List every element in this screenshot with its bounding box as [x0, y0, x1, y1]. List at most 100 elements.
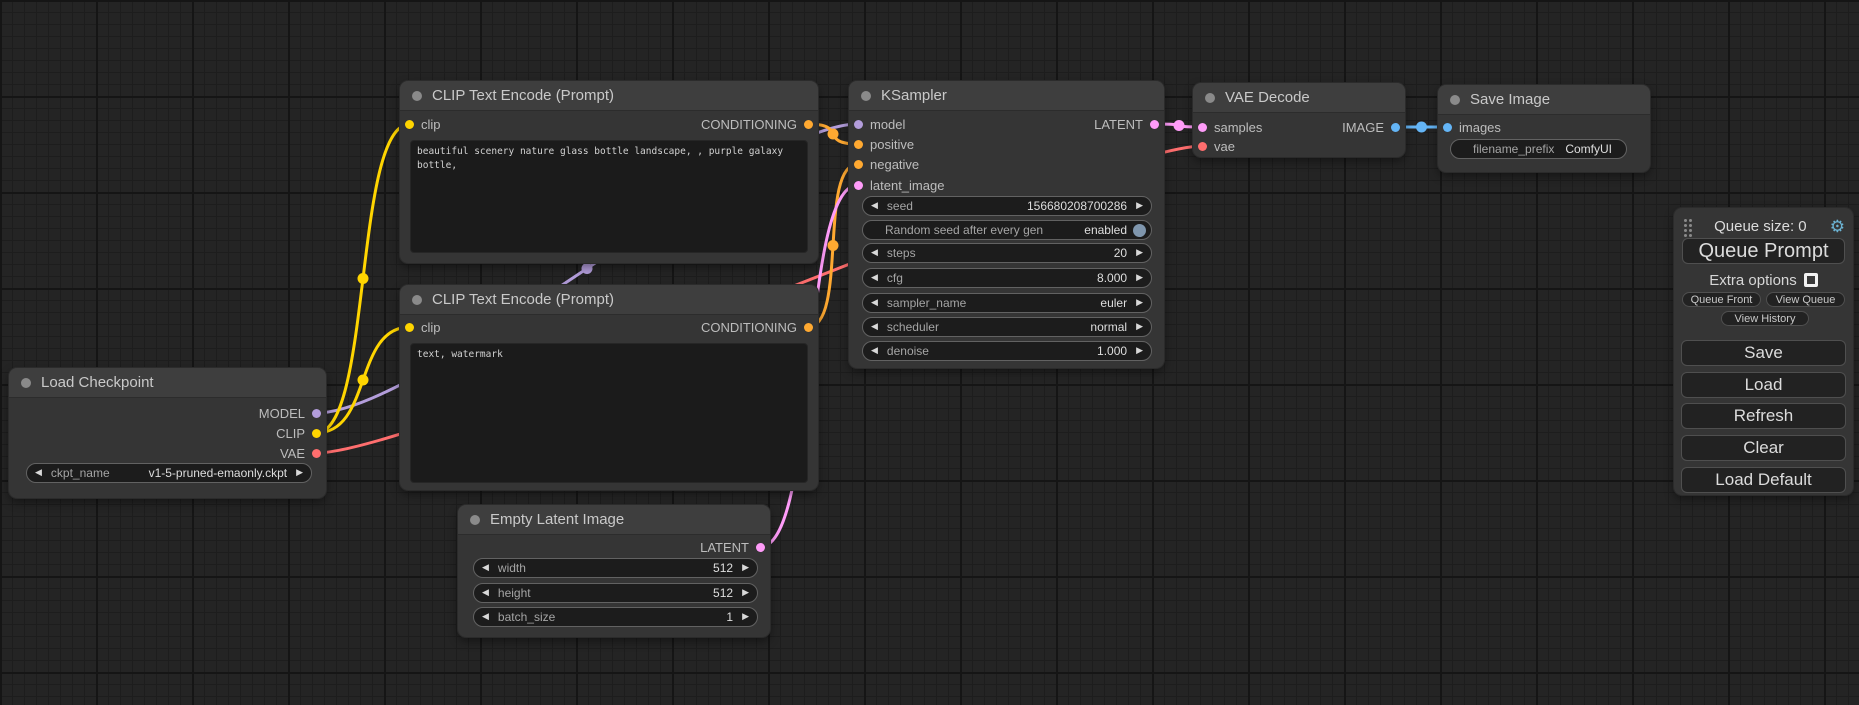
increment-arrow-icon[interactable]: ▶	[1136, 299, 1143, 308]
input-positive[interactable]: positive	[854, 134, 914, 154]
denoise-widget[interactable]: ◀ denoise 1.000 ▶	[862, 341, 1152, 361]
collapse-dot-icon[interactable]	[21, 378, 31, 388]
model-port-icon[interactable]	[312, 409, 321, 418]
node-header[interactable]: KSampler	[849, 81, 1164, 111]
drag-handle-icon[interactable]	[1684, 219, 1687, 222]
node-save-image[interactable]: Save Image images filename_prefix ComfyU…	[1438, 85, 1650, 172]
input-vae[interactable]: vae	[1198, 136, 1235, 156]
node-empty-latent-image[interactable]: Empty Latent Image LATENT ◀ width 512 ▶ …	[458, 505, 770, 637]
seed-widget[interactable]: ◀ seed 156680208700286 ▶	[862, 196, 1152, 216]
queue-prompt-button[interactable]: Queue Prompt	[1682, 238, 1845, 264]
link-midpoint-dot[interactable]	[582, 263, 593, 274]
collapse-dot-icon[interactable]	[861, 91, 871, 101]
clip-port-icon[interactable]	[405, 323, 414, 332]
random-seed-widget[interactable]: Random seed after every gen enabled	[862, 220, 1152, 240]
node-load-checkpoint[interactable]: Load Checkpoint MODEL CLIP VAE ◀ ckpt_na…	[9, 368, 326, 498]
conditioning-port-icon[interactable]	[804, 120, 813, 129]
collapse-dot-icon[interactable]	[412, 91, 422, 101]
increment-arrow-icon[interactable]: ▶	[742, 564, 749, 573]
input-negative[interactable]: negative	[854, 154, 919, 174]
collapse-dot-icon[interactable]	[1205, 93, 1215, 103]
width-widget[interactable]: ◀ width 512 ▶	[473, 558, 758, 578]
output-vae[interactable]: VAE	[280, 443, 321, 463]
node-header[interactable]: CLIP Text Encode (Prompt)	[400, 285, 818, 315]
steps-widget[interactable]: ◀ steps 20 ▶	[862, 243, 1152, 263]
latent-port-icon[interactable]	[1198, 123, 1207, 132]
input-samples[interactable]: samples	[1198, 117, 1262, 137]
image-port-icon[interactable]	[1391, 123, 1400, 132]
decrement-arrow-icon[interactable]: ◀	[871, 323, 878, 332]
node-clip-text-encode-negative[interactable]: CLIP Text Encode (Prompt) clip CONDITION…	[400, 285, 818, 490]
vae-port-icon[interactable]	[1198, 142, 1207, 151]
node-clip-text-encode-positive[interactable]: CLIP Text Encode (Prompt) clip CONDITION…	[400, 81, 818, 263]
view-history-button[interactable]: View History	[1721, 311, 1809, 326]
increment-arrow-icon[interactable]: ▶	[742, 613, 749, 622]
output-latent[interactable]: LATENT	[1094, 114, 1159, 134]
latent-port-icon[interactable]	[756, 543, 765, 552]
node-vae-decode[interactable]: VAE Decode samples vae IMAGE	[1193, 83, 1405, 157]
clip-port-icon[interactable]	[405, 120, 414, 129]
link-midpoint-dot[interactable]	[358, 273, 369, 284]
decrement-arrow-icon[interactable]: ◀	[482, 613, 489, 622]
increment-arrow-icon[interactable]: ▶	[742, 589, 749, 598]
clip-port-icon[interactable]	[312, 429, 321, 438]
scheduler-widget[interactable]: ◀ scheduler normal ▶	[862, 317, 1152, 337]
sampler-name-widget[interactable]: ◀ sampler_name euler ▶	[862, 293, 1152, 313]
ckpt-name-widget[interactable]: ◀ ckpt_name v1-5-pruned-emaonly.ckpt ▶	[26, 463, 312, 483]
conditioning-port-icon[interactable]	[854, 160, 863, 169]
collapse-dot-icon[interactable]	[470, 515, 480, 525]
decrement-arrow-icon[interactable]: ◀	[482, 564, 489, 573]
filename-prefix-widget[interactable]: filename_prefix ComfyUI	[1450, 139, 1627, 159]
cfg-widget[interactable]: ◀ cfg 8.000 ▶	[862, 268, 1152, 288]
model-port-icon[interactable]	[854, 120, 863, 129]
image-port-icon[interactable]	[1443, 123, 1452, 132]
node-ksampler[interactable]: KSampler model positive negative latent_…	[849, 81, 1164, 368]
link-midpoint-dot[interactable]	[1416, 122, 1427, 133]
batch-size-widget[interactable]: ◀ batch_size 1 ▶	[473, 607, 758, 627]
input-latent-image[interactable]: latent_image	[854, 175, 944, 195]
conditioning-port-icon[interactable]	[854, 140, 863, 149]
link-midpoint-dot[interactable]	[828, 240, 839, 251]
link-midpoint-dot[interactable]	[828, 129, 839, 140]
latent-port-icon[interactable]	[854, 181, 863, 190]
conditioning-port-icon[interactable]	[804, 323, 813, 332]
node-header[interactable]: Empty Latent Image	[458, 505, 770, 535]
view-queue-button[interactable]: View Queue	[1766, 292, 1845, 307]
node-header[interactable]: Load Checkpoint	[9, 368, 326, 398]
decrement-arrow-icon[interactable]: ◀	[871, 202, 878, 211]
output-latent[interactable]: LATENT	[700, 537, 765, 557]
vae-port-icon[interactable]	[312, 449, 321, 458]
decrement-arrow-icon[interactable]: ◀	[871, 249, 878, 258]
decrement-arrow-icon[interactable]: ◀	[871, 299, 878, 308]
link-midpoint-dot[interactable]	[1174, 120, 1185, 131]
height-widget[interactable]: ◀ height 512 ▶	[473, 583, 758, 603]
increment-arrow-icon[interactable]: ▶	[1136, 202, 1143, 211]
node-header[interactable]: CLIP Text Encode (Prompt)	[400, 81, 818, 111]
output-conditioning[interactable]: CONDITIONING	[701, 317, 813, 337]
link-midpoint-dot[interactable]	[358, 375, 369, 386]
input-images[interactable]: images	[1443, 117, 1501, 137]
extra-options-checkbox[interactable]	[1804, 273, 1818, 287]
latent-port-icon[interactable]	[1150, 120, 1159, 129]
collapse-dot-icon[interactable]	[412, 295, 422, 305]
load-default-button[interactable]: Load Default	[1681, 467, 1846, 493]
increment-arrow-icon[interactable]: ▶	[1136, 347, 1143, 356]
input-clip[interactable]: clip	[405, 317, 441, 337]
input-model[interactable]: model	[854, 114, 905, 134]
queue-front-button[interactable]: Queue Front	[1682, 292, 1761, 307]
decrement-arrow-icon[interactable]: ◀	[35, 469, 42, 478]
output-conditioning[interactable]: CONDITIONING	[701, 114, 813, 134]
decrement-arrow-icon[interactable]: ◀	[482, 589, 489, 598]
output-clip[interactable]: CLIP	[276, 423, 321, 443]
increment-arrow-icon[interactable]: ▶	[1136, 249, 1143, 258]
clear-button[interactable]: Clear	[1681, 435, 1846, 461]
prompt-textarea[interactable]: beautiful scenery nature glass bottle la…	[410, 140, 808, 253]
prompt-textarea[interactable]: text, watermark	[410, 343, 808, 483]
input-clip[interactable]: clip	[405, 114, 441, 134]
increment-arrow-icon[interactable]: ▶	[1136, 323, 1143, 332]
output-image[interactable]: IMAGE	[1342, 117, 1400, 137]
decrement-arrow-icon[interactable]: ◀	[871, 347, 878, 356]
save-button[interactable]: Save	[1681, 340, 1846, 366]
node-header[interactable]: Save Image	[1438, 85, 1650, 115]
increment-arrow-icon[interactable]: ▶	[296, 469, 303, 478]
